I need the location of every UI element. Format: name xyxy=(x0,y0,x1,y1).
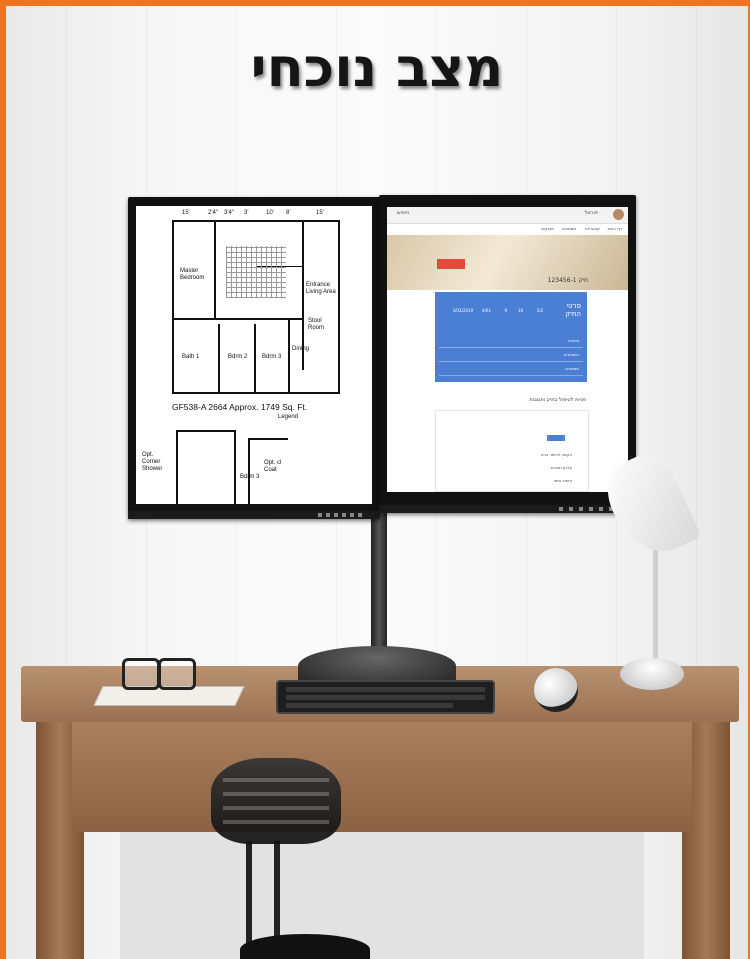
section-title: פניות לטיפול בתיק ותגובות xyxy=(529,397,586,403)
monitor-stand-pole xyxy=(371,511,387,661)
chair-back xyxy=(211,758,341,844)
floor-plan-screen: 15' 2'4" 3'4" 3' 10' 8' 15' Master Bedro… xyxy=(136,206,372,504)
search-input[interactable]: חיפוש xyxy=(397,210,409,216)
dimension-label: 15' xyxy=(316,210,324,216)
dimension-label: 3' xyxy=(244,210,249,216)
card-row[interactable]: פרטים xyxy=(439,336,583,348)
dimension-label: 15' xyxy=(182,210,190,216)
dimension-label: 3'4" xyxy=(224,210,234,216)
room-label: Opt. Corner Shower xyxy=(142,452,163,472)
room-label: Stool Room xyxy=(308,318,325,331)
page-heading: תיק 123456-1 xyxy=(547,277,588,284)
dimension-label: 10' xyxy=(266,210,274,216)
desk-drawer xyxy=(72,722,692,832)
room-label: Dining xyxy=(292,346,310,352)
dimension-label: 8' xyxy=(286,210,291,216)
nav-item[interactable]: מסמכים xyxy=(562,226,576,231)
page-title: מצב נוכחי xyxy=(250,36,504,99)
dimension-label: 2'4" xyxy=(208,210,218,216)
room-label: Bdrm 3 xyxy=(262,354,282,360)
filter-button[interactable] xyxy=(547,435,565,441)
eyeglasses xyxy=(118,658,196,692)
case-card: פרטי התיק 1/2 10 9 4/01 3/03/2019 פרטים … xyxy=(435,292,587,382)
lamp-base xyxy=(620,658,684,690)
card-stat: 9 xyxy=(504,308,507,313)
status-badge xyxy=(437,259,465,269)
card-stat: 4/01 xyxy=(482,308,491,313)
nav-item[interactable]: מבזקים xyxy=(541,226,554,231)
avatar[interactable] xyxy=(613,209,624,220)
card-stat: 3/03/2019 xyxy=(452,308,473,313)
web-page-screen: פורטל חיפוש דף הבית קטגוריות מסמכים מבזק… xyxy=(387,207,628,492)
list-item[interactable]: בקשה להיתר בניה xyxy=(541,452,572,457)
card-row[interactable]: היסטוריה xyxy=(439,350,583,362)
list-item[interactable]: אישור סופי xyxy=(554,478,572,483)
room-label: Bath 1 xyxy=(182,354,200,360)
taskbar xyxy=(379,505,636,513)
card-stat: 10 xyxy=(517,308,523,313)
room-label: Bdrm 3 xyxy=(240,474,260,480)
card-row[interactable]: מסמכים xyxy=(439,364,583,376)
room-label: Opt. cl Coat xyxy=(264,460,282,473)
under-desk-wall xyxy=(120,832,644,959)
card-title: פרטי התיק xyxy=(565,302,581,318)
page-frame: מצב נוכחי 15' 2'4" 3'4" 3' 10' 8' 15' Ma… xyxy=(0,0,750,959)
lamp-arm xyxy=(653,546,658,671)
hero-image xyxy=(387,235,628,290)
floor-plan-caption: GF538-A 2664 Approx. 1749 Sq. Ft. xyxy=(172,402,308,412)
nav-item[interactable]: קטגוריות xyxy=(585,226,600,231)
card-stat: 1/2 xyxy=(536,308,543,313)
room-label: Master Bedroom xyxy=(180,268,205,281)
room-label: Bdrm 2 xyxy=(228,354,248,360)
taskbar xyxy=(128,511,380,519)
nav-item[interactable]: דף הבית xyxy=(608,226,622,231)
chair-seat xyxy=(240,934,370,959)
list-item[interactable]: עדכון תוכנית xyxy=(551,465,572,470)
legend-label: Legend xyxy=(278,414,299,420)
site-title: פורטל xyxy=(584,210,598,216)
keyboard xyxy=(276,680,495,714)
right-monitor: פורטל חיפוש דף הבית קטגוריות מסמכים מבזק… xyxy=(379,195,636,513)
left-monitor: 15' 2'4" 3'4" 3' 10' 8' 15' Master Bedro… xyxy=(128,197,380,519)
room-label: Entrance Living Area xyxy=(306,282,336,295)
